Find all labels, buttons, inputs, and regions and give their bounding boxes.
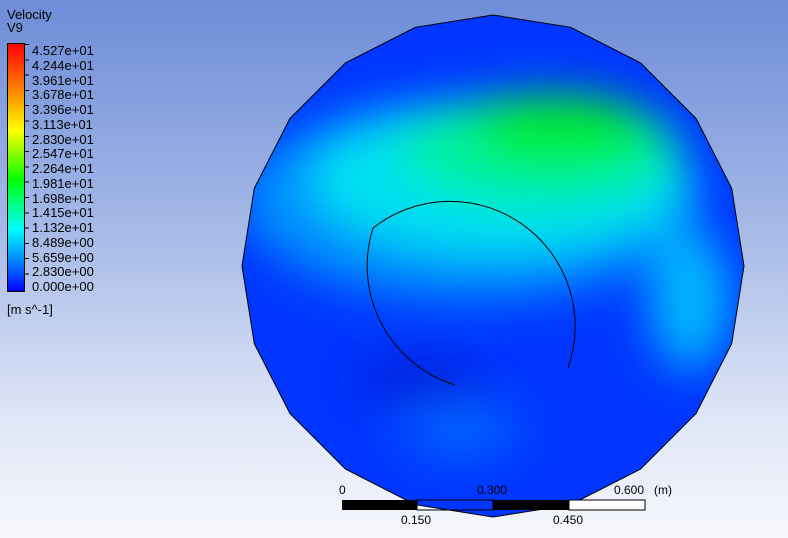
- scale-unit: (m): [654, 483, 672, 497]
- scale-label: 0.450: [553, 513, 584, 527]
- contour-viewport[interactable]: [0, 0, 788, 538]
- scale-label: 0.150: [401, 513, 432, 527]
- scale-label: 0.300: [477, 483, 508, 497]
- velocity-contour: [242, 15, 744, 517]
- scale-label: 0: [339, 483, 346, 497]
- scale-label: 0.600: [614, 483, 645, 497]
- scale-bar: [342, 499, 646, 511]
